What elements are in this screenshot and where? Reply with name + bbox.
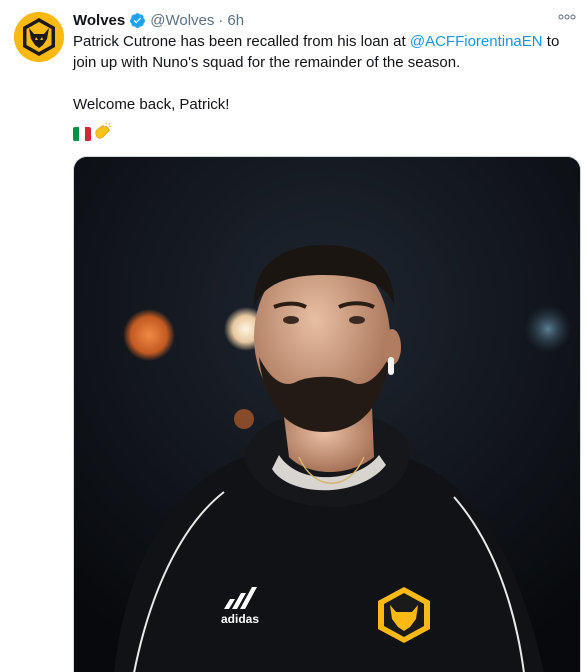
mention-link[interactable]: @ACFFiorentinaEN — [410, 33, 543, 50]
earbud — [388, 357, 394, 375]
verified-badge-icon — [129, 12, 146, 29]
handle[interactable]: @Wolves — [150, 12, 214, 29]
clapping-hands-icon — [93, 121, 113, 147]
separator: · — [218, 11, 224, 29]
tweet-text-segment: to — [542, 33, 560, 50]
tweet[interactable]: Wolves @Wolves · 6h Patrick Cutrone has … — [0, 0, 586, 672]
more-options-icon[interactable] — [556, 9, 578, 25]
tweet-text-segment: Patrick Cutrone has been recalled from h… — [73, 33, 410, 50]
italy-flag-icon — [73, 127, 91, 141]
emoji-row — [73, 121, 113, 147]
svg-text:adidas: adidas — [221, 612, 259, 626]
tweet-header: Wolves @Wolves · 6h — [73, 9, 566, 31]
tweet-text-line: Welcome back, Patrick! — [73, 96, 230, 113]
tweet-photo[interactable]: adidas — [73, 156, 581, 672]
display-name[interactable]: Wolves — [73, 12, 125, 29]
bokeh-light — [524, 305, 572, 353]
tweet-text: Patrick Cutrone has been recalled from h… — [73, 31, 573, 115]
avatar[interactable] — [14, 12, 64, 62]
tweet-text-line: join up with Nuno's squad for the remain… — [73, 54, 461, 71]
wolves-crest-icon — [14, 12, 64, 62]
bokeh-light — [123, 309, 175, 361]
timestamp[interactable]: 6h — [227, 12, 244, 29]
tweet-text-line: Patrick Cutrone has been recalled from h… — [73, 31, 573, 52]
